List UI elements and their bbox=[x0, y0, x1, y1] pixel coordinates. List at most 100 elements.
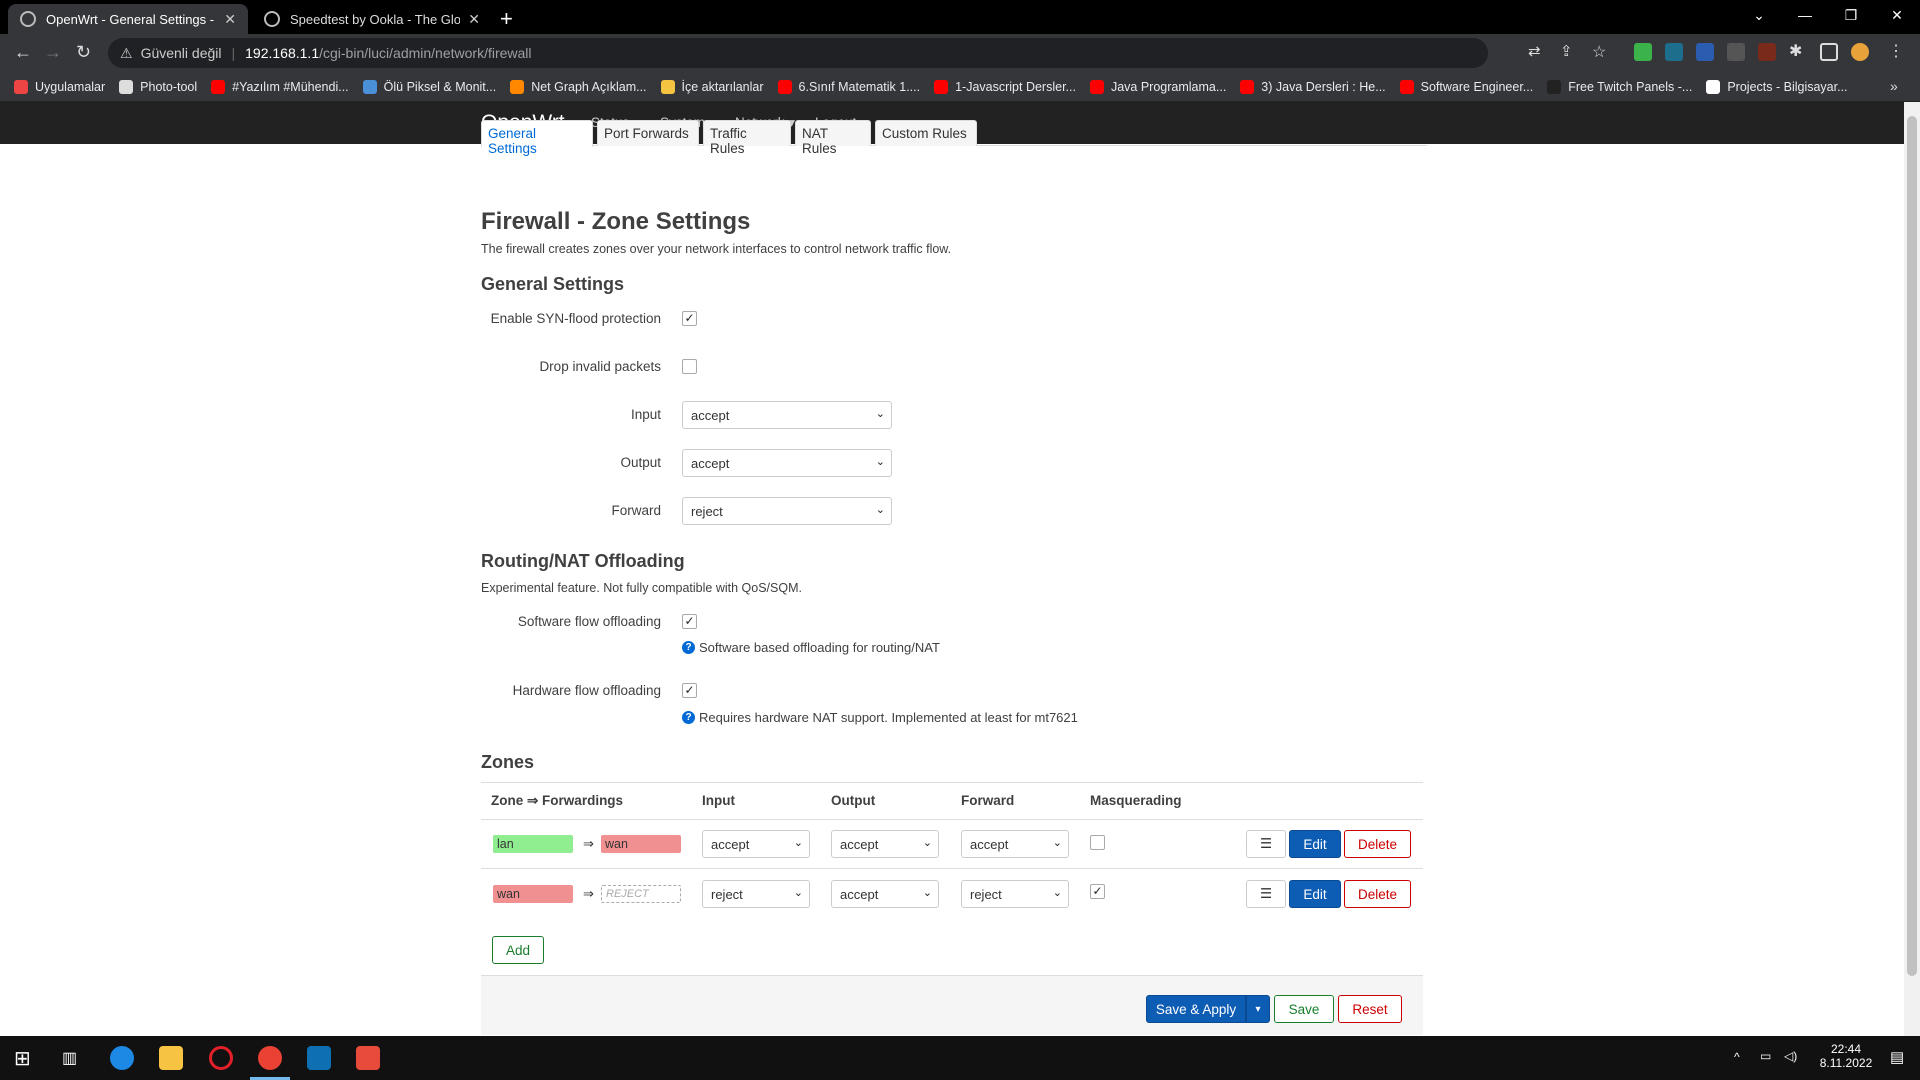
forward-icon[interactable]: → bbox=[44, 42, 62, 63]
translate-icon[interactable]: ⇄ bbox=[1528, 42, 1541, 60]
opera-icon[interactable] bbox=[209, 1046, 233, 1070]
delete-button[interactable]: Delete bbox=[1344, 830, 1411, 858]
tab-nat-rules[interactable]: NAT Rules bbox=[795, 120, 871, 156]
kebab-menu-icon[interactable]: ⋮ bbox=[1888, 43, 1906, 61]
masquerading-checkbox[interactable]: ✓ bbox=[1090, 884, 1105, 899]
volume-icon[interactable]: ◁) bbox=[1784, 1049, 1797, 1063]
add-zone-button[interactable]: Add bbox=[492, 936, 544, 964]
bookmark-item[interactable]: Uygulamalar bbox=[14, 79, 105, 94]
file-explorer-icon[interactable] bbox=[159, 1046, 183, 1070]
security-label[interactable]: Güvenli değil bbox=[141, 45, 222, 61]
masquerading-checkbox[interactable] bbox=[1090, 835, 1105, 850]
bookmark-item[interactable]: 1-Javascript Dersler... bbox=[934, 79, 1076, 94]
hw-offload-checkbox[interactable]: ✓ bbox=[682, 683, 697, 698]
windows-start-icon[interactable]: ⊞ bbox=[14, 1046, 31, 1071]
page-title: Firewall - Zone Settings bbox=[481, 208, 751, 235]
extension-icon[interactable] bbox=[1665, 43, 1683, 61]
extension-icon[interactable] bbox=[1727, 43, 1745, 61]
bookmark-icon bbox=[362, 79, 377, 94]
tab-title: OpenWrt - General Settings - Lu bbox=[46, 11, 217, 27]
tab-traffic-rules[interactable]: Traffic Rules bbox=[703, 120, 791, 156]
app-icon[interactable] bbox=[356, 1046, 380, 1070]
extension-shield-icon[interactable] bbox=[1634, 43, 1652, 61]
minimize-icon[interactable]: — bbox=[1782, 0, 1828, 30]
edge-icon[interactable] bbox=[110, 1046, 134, 1070]
bookmark-icon bbox=[660, 79, 675, 94]
reload-icon[interactable]: ↻ bbox=[76, 42, 91, 63]
save-button[interactable]: Save bbox=[1274, 995, 1334, 1023]
drop-invalid-label: Drop invalid packets bbox=[539, 359, 661, 374]
bookmark-star-icon[interactable]: ☆ bbox=[1592, 42, 1606, 62]
bookmark-item[interactable]: Photo-tool bbox=[119, 79, 197, 94]
tab-general-settings[interactable]: General Settings bbox=[481, 120, 593, 156]
apply-dropdown-button[interactable]: ▾ bbox=[1246, 995, 1270, 1023]
puzzle-icon[interactable]: ✱ bbox=[1789, 43, 1807, 61]
close-tab-icon[interactable]: ✕ bbox=[468, 11, 480, 28]
bookmark-item[interactable]: 6.Sınıf Matematik 1.... bbox=[777, 79, 920, 94]
tab-port-forwards[interactable]: Port Forwards bbox=[597, 120, 699, 146]
bookmark-item[interactable]: İçe aktarılanlar bbox=[660, 79, 764, 94]
bookmark-item[interactable]: Projects - Bilgisayar... bbox=[1706, 79, 1848, 94]
scrollbar-thumb[interactable] bbox=[1907, 116, 1917, 976]
drag-handle-button[interactable]: ☰ bbox=[1246, 880, 1286, 908]
drag-handle-button[interactable]: ☰ bbox=[1246, 830, 1286, 858]
edit-button[interactable]: Edit bbox=[1289, 830, 1341, 858]
zone-output-select[interactable]: accept ⌄ bbox=[831, 880, 939, 908]
bookmark-item[interactable]: #Yazılım #Mühendi... bbox=[211, 79, 349, 94]
speedtest-favicon-icon bbox=[264, 11, 280, 27]
reset-button[interactable]: Reset bbox=[1338, 995, 1402, 1023]
network-icon[interactable]: ▭ bbox=[1760, 1049, 1771, 1063]
tray-chevron-icon[interactable]: ^ bbox=[1734, 1050, 1740, 1064]
address-input[interactable]: ⚠ Güvenli değil | 192.168.1.1 /cgi-bin/l… bbox=[108, 38, 1488, 68]
app-icon[interactable] bbox=[307, 1046, 331, 1070]
select-value: accept bbox=[840, 837, 879, 852]
bookmark-item[interactable]: Free Twitch Panels -... bbox=[1547, 79, 1692, 94]
zone-input-select[interactable]: accept ⌄ bbox=[702, 830, 810, 858]
share-icon[interactable]: ⇪ bbox=[1560, 42, 1573, 60]
bookmark-item[interactable]: Software Engineer... bbox=[1399, 79, 1533, 94]
forward-policy-select[interactable]: reject ⌄ bbox=[682, 497, 892, 525]
back-icon[interactable]: ← bbox=[14, 42, 32, 63]
zone-forward-select[interactable]: reject ⌄ bbox=[961, 880, 1069, 908]
zone-output-select[interactable]: accept ⌄ bbox=[831, 830, 939, 858]
select-value: accept bbox=[691, 408, 730, 423]
task-view-icon[interactable]: ▥ bbox=[62, 1048, 77, 1068]
extension-icon[interactable] bbox=[1696, 43, 1714, 61]
page-viewport: OpenWrt Status ▾ System ▾ Network ▾ Logo… bbox=[0, 102, 1904, 1036]
edit-button[interactable]: Edit bbox=[1289, 880, 1341, 908]
syn-flood-checkbox[interactable]: ✓ bbox=[682, 311, 697, 326]
chevron-down-icon: ⌄ bbox=[875, 456, 885, 468]
zone-forward-select[interactable]: accept ⌄ bbox=[961, 830, 1069, 858]
bookmark-item[interactable]: 3) Java Dersleri : He... bbox=[1240, 79, 1386, 94]
tab-custom-rules[interactable]: Custom Rules bbox=[875, 120, 977, 146]
bookmark-item[interactable]: Java Programlama... bbox=[1089, 79, 1226, 94]
avatar[interactable] bbox=[1851, 43, 1869, 61]
bookmark-icon bbox=[1089, 79, 1104, 94]
sidepanel-icon[interactable] bbox=[1820, 43, 1838, 61]
browser-tab-openwrt[interactable]: OpenWrt - General Settings - Lu ✕ bbox=[8, 4, 248, 34]
drop-invalid-checkbox[interactable] bbox=[682, 359, 697, 374]
bookmark-icon bbox=[14, 79, 28, 94]
close-window-icon[interactable]: ✕ bbox=[1874, 0, 1920, 30]
close-tab-icon[interactable]: ✕ bbox=[224, 11, 236, 28]
tab-title: Speedtest by Ookla - The Global bbox=[290, 11, 461, 27]
zone-input-select[interactable]: reject ⌄ bbox=[702, 880, 810, 908]
extension-icon[interactable] bbox=[1758, 43, 1776, 61]
sw-offload-checkbox[interactable]: ✓ bbox=[682, 614, 697, 629]
chrome-icon[interactable] bbox=[258, 1046, 282, 1070]
page-scrollbar[interactable] bbox=[1904, 102, 1920, 1036]
clock[interactable]: 22:44 8.11.2022 bbox=[1814, 1042, 1878, 1070]
browser-tab-speedtest[interactable]: Speedtest by Ookla - The Global ✕ bbox=[252, 4, 492, 34]
notifications-icon[interactable]: ▤ bbox=[1890, 1048, 1904, 1066]
bookmarks-overflow-icon[interactable]: » bbox=[1890, 78, 1898, 94]
bookmark-icon bbox=[119, 79, 134, 94]
restore-icon[interactable]: ❐ bbox=[1828, 0, 1874, 30]
bookmark-item[interactable]: Ölü Piksel & Monit... bbox=[362, 79, 496, 94]
delete-button[interactable]: Delete bbox=[1344, 880, 1411, 908]
input-policy-select[interactable]: accept ⌄ bbox=[682, 401, 892, 429]
new-tab-button[interactable]: + bbox=[500, 6, 513, 32]
tab-search-icon[interactable]: ⌄ bbox=[1736, 0, 1782, 30]
output-policy-select[interactable]: accept ⌄ bbox=[682, 449, 892, 477]
save-apply-button[interactable]: Save & Apply bbox=[1146, 995, 1246, 1023]
bookmark-item[interactable]: Net Graph Açıklam... bbox=[510, 79, 647, 94]
